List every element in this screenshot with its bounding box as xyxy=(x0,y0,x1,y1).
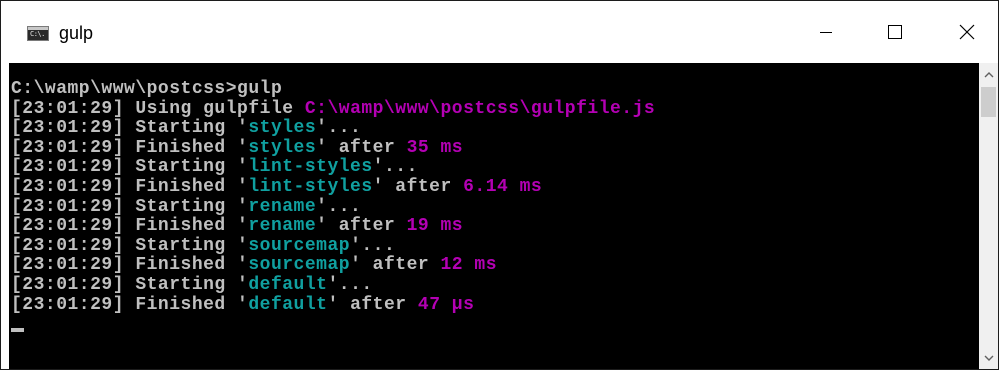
console-line: [23:01:29] Finished 'lint-styles' after … xyxy=(11,177,543,198)
maximize-button[interactable] xyxy=(867,1,923,63)
window-title: gulp xyxy=(59,23,94,43)
console-text-segment: lint-styles xyxy=(248,157,373,178)
console-text-segment: 19 ms xyxy=(406,216,464,237)
console-icon-glyph: C:\. xyxy=(30,30,45,38)
console-text-segment: '... xyxy=(372,157,418,178)
scroll-up-button[interactable] xyxy=(979,63,998,85)
console-text-segment: ' after xyxy=(316,137,407,158)
console-text-segment: [23:01:29] Finished ' xyxy=(11,216,249,237)
close-button[interactable] xyxy=(939,1,995,63)
console-line: [23:01:29] Starting 'styles'... xyxy=(11,118,362,139)
console-text-segment: 6.14 ms xyxy=(463,177,543,197)
console-text-segment: sourcemap xyxy=(248,255,351,276)
console-text-segment: ' after xyxy=(327,294,418,315)
console-line: [23:01:29] Finished 'rename' after 19 ms xyxy=(11,216,464,237)
console-line: C:\wamp\www\postcss>gulp xyxy=(11,79,283,100)
chevron-up-icon xyxy=(984,71,993,77)
console-text-segment: [23:01:29] Starting ' xyxy=(11,196,249,217)
console-text-segment: [23:01:29] Starting ' xyxy=(11,235,249,256)
console-output[interactable]: C:\wamp\www\postcss>gulp [23:01:29] Using… xyxy=(9,63,979,369)
console-text-segment: ' after xyxy=(372,177,464,197)
console-text-segment: styles xyxy=(248,118,317,139)
console-window: C:\. gulp C:\wamp\www\postcss>gulp [23:01… xyxy=(0,0,999,370)
console-text-segment: 47 μs xyxy=(417,294,475,315)
console-text-segment: 35 ms xyxy=(406,137,464,158)
console-text-segment: [23:01:29] Starting ' xyxy=(11,118,249,139)
console-text-segment: C:\wamp\www\postcss\gulpfile.js xyxy=(304,98,656,119)
console-text-segment: lint-styles xyxy=(248,177,373,197)
console-text-segment: [23:01:29] Starting ' xyxy=(11,157,249,178)
console-text-segment: 12 ms xyxy=(440,255,497,276)
minimize-icon xyxy=(820,32,832,33)
console-text-segment: rename xyxy=(248,196,317,217)
console-text-segment: [23:01:29] Using gulpfile xyxy=(11,98,305,119)
minimize-button[interactable] xyxy=(798,1,854,63)
console-text-segment: '... xyxy=(316,118,362,139)
console-text-segment: C:\wamp\www\postcss>gulp xyxy=(11,79,283,99)
console-icon[interactable]: C:\. xyxy=(27,26,49,41)
close-icon xyxy=(959,24,975,40)
console-text-segment: styles xyxy=(248,137,317,158)
console-line: [23:01:29] Finished 'sourcemap' after 12… xyxy=(11,256,497,276)
console-text-segment: '... xyxy=(327,275,373,295)
console-text-segment: '... xyxy=(350,235,396,256)
console-text-segment: rename xyxy=(248,216,317,237)
console-text-segment: default xyxy=(248,294,328,315)
console-line: [23:01:29] Starting 'rename'... xyxy=(11,196,362,218)
console-line: [23:01:29] Finished 'styles' after 35 ms xyxy=(11,137,464,159)
console-line: [23:01:29] Finished 'default' after 47 μ… xyxy=(11,294,475,316)
vertical-scrollbar[interactable] xyxy=(979,63,998,369)
console-text-segment: [23:01:29] Finished ' xyxy=(11,137,249,158)
console-line: [23:01:29] Using gulpfile C:\wamp\www\po… xyxy=(11,98,656,120)
console-text-segment: '... xyxy=(316,196,362,217)
console-text-segment: [23:01:29] Starting ' xyxy=(11,275,249,295)
scroll-down-button[interactable] xyxy=(979,347,998,369)
text-cursor xyxy=(11,328,24,332)
console-text-segment: default xyxy=(248,275,328,295)
console-text-segment: sourcemap xyxy=(248,235,351,256)
chevron-down-icon xyxy=(984,355,993,361)
console-line: [23:01:29] Starting 'default'... xyxy=(11,275,373,296)
console-text-segment: ' after xyxy=(350,255,441,276)
scroll-thumb[interactable] xyxy=(981,87,996,117)
console-line: [23:01:29] Starting 'lint-styles'... xyxy=(11,158,418,178)
console-text-segment: [23:01:29] Finished ' xyxy=(11,255,249,276)
title-bar[interactable]: C:\. gulp xyxy=(1,1,998,63)
console-line: [23:01:29] Starting 'sourcemap'... xyxy=(11,235,396,257)
console-text-segment: [23:01:29] Finished ' xyxy=(11,294,249,315)
maximize-icon xyxy=(888,25,902,39)
console-text-segment: ' after xyxy=(316,216,407,237)
console-text-segment: [23:01:29] Finished ' xyxy=(11,177,249,197)
